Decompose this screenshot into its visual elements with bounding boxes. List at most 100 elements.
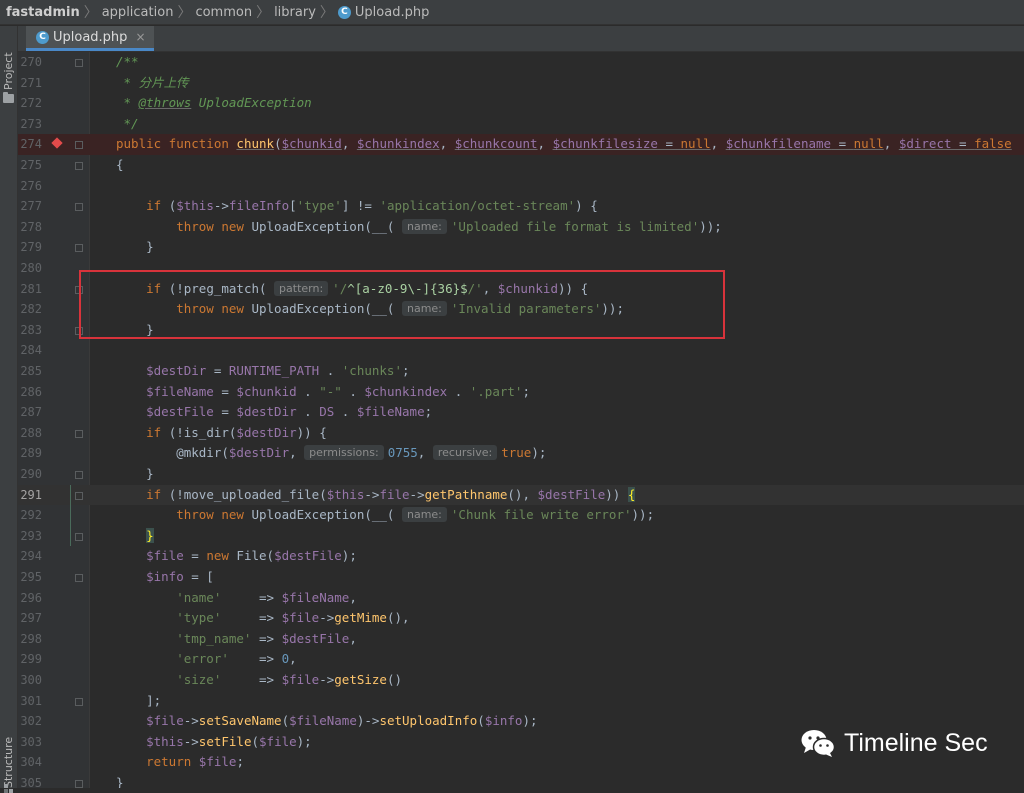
fold-marker-icon[interactable] [75,244,83,253]
code-line[interactable]: 285 $destDir = RUNTIME_PATH . 'chunks'; [18,361,1024,382]
line-number[interactable]: 301 [18,691,42,712]
code-token: $chunkfilename [725,136,832,152]
code-line[interactable]: 293 } [18,526,1024,547]
line-number[interactable]: 279 [18,237,42,258]
code-line[interactable]: 276 [18,176,1024,197]
code-line[interactable]: 298 'tmp_name' => $destFile, [18,629,1024,650]
line-number[interactable]: 295 [18,567,42,588]
breakpoint-icon[interactable] [51,137,63,150]
code-line[interactable]: 273 */ [18,114,1024,135]
fold-marker-icon[interactable] [75,697,83,706]
line-number[interactable]: 270 [18,52,42,73]
fold-marker-icon[interactable] [75,285,83,294]
line-number[interactable]: 294 [18,546,42,567]
line-number[interactable]: 296 [18,588,42,609]
fold-marker-icon[interactable] [75,203,83,212]
fold-marker-icon[interactable] [75,780,83,788]
code-line[interactable]: 291 if (!move_uploaded_file($this->file-… [18,484,1024,506]
code-line[interactable]: 299 'error' => 0, [18,649,1024,670]
code-line[interactable]: 305} [18,773,1024,788]
line-number[interactable]: 299 [18,649,42,670]
line-number[interactable]: 284 [18,340,42,361]
breadcrumb-item-library[interactable]: library [274,5,316,20]
structure-icon[interactable] [4,784,13,793]
line-number[interactable]: 278 [18,217,42,238]
line-number[interactable]: 298 [18,629,42,650]
fold-marker-icon[interactable] [75,59,83,67]
code-token: -> [183,713,199,729]
code-line[interactable]: 274 public function chunk($chunkid, $chun… [18,134,1024,155]
line-number[interactable]: 287 [18,402,42,423]
code-line[interactable]: 272 * @throws UploadException [18,93,1024,114]
line-number[interactable]: 288 [18,423,42,444]
breadcrumb-item-project[interactable]: fastadmin [6,5,80,20]
line-number[interactable]: 274 [18,134,42,155]
line-number[interactable]: 292 [18,505,42,526]
line-number[interactable]: 283 [18,320,42,341]
line-number[interactable]: 286 [18,382,42,403]
tab-upload-php[interactable]: C Upload.php × [26,26,154,51]
code-line[interactable]: 288 if (!is_dir($destDir)) { [18,423,1024,444]
line-number[interactable]: 273 [18,114,42,135]
breadcrumb-item-application[interactable]: application [102,5,174,20]
code-editor[interactable]: 270/** 271 * 分片上传 272 * @throws UploadExce… [18,52,1024,788]
fold-marker-icon[interactable] [75,491,83,500]
line-number[interactable]: 300 [18,670,42,691]
code-line[interactable]: 295 $info = [ [18,567,1024,588]
line-number[interactable]: 290 [18,464,42,485]
code-line[interactable]: 282 throw new UploadException(__( name: '… [18,299,1024,320]
close-icon[interactable]: × [135,30,145,44]
code-line[interactable]: 281 if (!preg_match( pattern: '/^[a-z0-9\… [18,279,1024,300]
line-number[interactable]: 304 [18,752,42,773]
code-line[interactable]: 271 * 分片上传 [18,73,1024,94]
code-line[interactable]: 290 } [18,464,1024,485]
code-line[interactable]: 301 ]; [18,691,1024,712]
fold-marker-icon[interactable] [75,326,83,335]
fold-marker-icon[interactable] [75,471,83,479]
fold-marker-icon[interactable] [75,162,83,170]
code-line[interactable]: 284 [18,340,1024,361]
line-number[interactable]: 302 [18,711,42,732]
code-line[interactable]: 292 throw new UploadException(__( name: '… [18,505,1024,526]
code-line[interactable]: 294 $file = new File($destFile); [18,546,1024,567]
code-line[interactable]: 280 [18,258,1024,279]
line-number[interactable]: 275 [18,155,42,176]
code-line[interactable]: 275 { [18,155,1024,176]
line-number[interactable]: 285 [18,361,42,382]
line-number[interactable]: 276 [18,176,42,197]
code-line[interactable]: 286 $fileName = $chunkid . "-" . $chunki… [18,382,1024,403]
line-number[interactable]: 281 [18,279,42,300]
line-number[interactable]: 272 [18,93,42,114]
fold-marker-icon[interactable] [75,532,83,541]
line-number[interactable]: 277 [18,196,42,217]
fold-marker-icon[interactable] [75,141,83,150]
line-number[interactable]: 271 [18,73,42,94]
code-line[interactable]: 279 } [18,237,1024,258]
code-line[interactable]: 297 'type' => $file->getMime(), [18,608,1024,629]
code-line[interactable]: 289 @mkdir($destDir, permissions: 0755, r… [18,443,1024,464]
structure-tool-tab[interactable]: Structure [1,730,16,788]
project-tool-tab[interactable]: Project [1,32,16,90]
line-number[interactable]: 305 [18,773,42,788]
fold-marker-icon[interactable] [75,574,83,582]
code-token: $chunkid [281,136,342,152]
code-line[interactable]: 278 throw new UploadException(__( name: '… [18,217,1024,238]
vcs-change-marker[interactable] [70,484,71,547]
code-line[interactable]: 270 /** [18,52,1024,73]
breadcrumb-item-common[interactable]: common [195,5,252,20]
line-number[interactable]: 289 [18,443,42,464]
line-number[interactable]: 293 [18,526,42,547]
line-number[interactable]: 291 [18,485,42,506]
code-line[interactable]: 300 'size' => $file->getSize() [18,670,1024,691]
code-line[interactable]: 283 } [18,320,1024,341]
line-number[interactable]: 297 [18,608,42,629]
fold-marker-icon[interactable] [75,429,83,438]
line-number[interactable]: 282 [18,299,42,320]
line-number[interactable]: 280 [18,258,42,279]
line-number[interactable]: 303 [18,732,42,753]
breadcrumb-item-file[interactable]: Upload.php [355,5,429,20]
folder-icon[interactable] [3,92,14,103]
code-line[interactable]: 296 'name' => $fileName, [18,588,1024,609]
code-line[interactable]: 277 if ($this->fileInfo['type'] != 'appl… [18,196,1024,217]
code-line[interactable]: 287 $destFile = $destDir . DS . $fileNam… [18,402,1024,423]
